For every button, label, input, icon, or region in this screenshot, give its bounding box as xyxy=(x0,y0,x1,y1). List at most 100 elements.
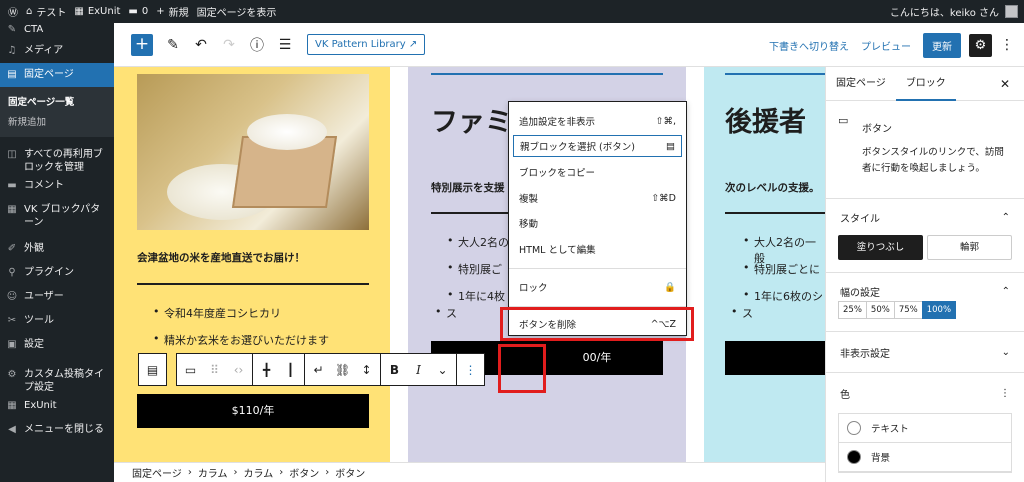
link-icon[interactable]: ⛓ xyxy=(335,363,350,377)
list-item[interactable]: 1年に6枚のシ xyxy=(743,288,823,304)
menu-item-edit-html[interactable]: HTML として編集 xyxy=(509,238,686,260)
sidebar-subitem-all-pages[interactable]: 固定ページ一覧 xyxy=(0,91,114,111)
select-parent-block-button[interactable]: ▤ xyxy=(139,354,166,385)
sidebar-item-exunit[interactable]: ▦ ExUnit xyxy=(0,394,114,418)
sidebar-item-vk-block-patterns[interactable]: ▦ VK ブロックパターン xyxy=(0,198,114,229)
text-height-icon[interactable]: ↕ xyxy=(359,363,374,377)
breadcrumb-item[interactable]: ボタン xyxy=(289,465,319,480)
style-section-header[interactable]: スタイル ⌃ xyxy=(826,199,1024,235)
pricing-column-3[interactable]: 後援者 次のレベルの支援。 大人2名の一般 特別展ごとに 1年に6枚のシ ス xyxy=(704,67,825,462)
list-item[interactable]: 特別展ごとに xyxy=(743,261,820,277)
list-view-icon[interactable]: ☰ xyxy=(277,37,293,53)
site-name-link[interactable]: ⌂ テスト xyxy=(26,0,66,23)
sidebar-item-cpt-settings[interactable]: ⚙ カスタム投稿タイプ設定 xyxy=(0,363,114,394)
sidebar-item-appearance[interactable]: ✐ 外観 xyxy=(0,237,114,261)
sidebar-subitem-add-new[interactable]: 新規追加 xyxy=(0,111,114,131)
button-block-icon[interactable]: ▭ xyxy=(183,363,198,377)
column-tagline[interactable]: 次のレベルの支援。 xyxy=(725,180,820,195)
hidden-settings-header[interactable]: 非表示設定 ⌄ xyxy=(826,332,1024,372)
column-title[interactable]: 後援者 xyxy=(725,100,806,139)
sidebar-item-media[interactable]: ♫ メディア xyxy=(0,39,114,63)
new-content-link[interactable]: + 新規 xyxy=(156,0,188,23)
update-button[interactable]: 更新 xyxy=(923,32,961,58)
sidebar-item-comments[interactable]: ▬ コメント xyxy=(0,174,114,198)
move-arrows-icon[interactable]: ‹› xyxy=(231,363,246,377)
column-title[interactable]: ファミ xyxy=(431,100,512,139)
color-background-item[interactable]: 背景 xyxy=(839,443,1011,472)
width-section: 幅の設定 ⌃ 25% 50% 75% 100% xyxy=(826,273,1024,332)
menu-item-duplicate[interactable]: 複製 ⇧⌘D xyxy=(509,187,686,209)
inserter-toggle-button[interactable]: + xyxy=(131,33,153,56)
undo-icon[interactable]: ↶ xyxy=(193,37,209,53)
justify-group: ╋ ┃ xyxy=(253,354,305,385)
breadcrumb-item[interactable]: 固定ページ xyxy=(132,465,182,480)
account-menu[interactable]: こんにちは、keiko さん xyxy=(890,0,1018,23)
comments-link[interactable]: ▬ 0 xyxy=(128,0,148,23)
column-tagline[interactable]: 特別展示を支援 xyxy=(431,180,505,195)
close-icon[interactable]: ✕ xyxy=(1000,67,1010,101)
switch-to-draft-button[interactable]: 下書きへ切り替え xyxy=(769,38,849,53)
redo-icon[interactable]: ↷ xyxy=(221,37,237,53)
line-break-icon[interactable]: ↵ xyxy=(311,363,326,377)
sidebar-item-cta[interactable]: ✎ CTA xyxy=(0,23,114,39)
grid-icon: ▦ xyxy=(7,204,17,215)
tab-block[interactable]: ブロック xyxy=(895,67,956,101)
exunit-link[interactable]: ▦ ExUnit xyxy=(74,0,120,23)
price-button[interactable]: $110/年 xyxy=(137,394,369,428)
tab-page[interactable]: 固定ページ xyxy=(826,67,896,101)
menu-item-move[interactable]: 移動 xyxy=(509,212,686,234)
width-25-button[interactable]: 25% xyxy=(838,301,867,319)
list-item[interactable]: 令和4年度産コシヒカリ xyxy=(153,305,281,321)
info-icon[interactable]: ⓘ xyxy=(249,35,265,55)
width-100-button[interactable]: 100% xyxy=(921,301,957,319)
more-formats-chevron-down-icon[interactable]: ⌄ xyxy=(435,363,450,377)
top-divider xyxy=(725,73,825,75)
list-item[interactable]: 特別展ご xyxy=(447,261,502,277)
column-tagline[interactable]: 会津盆地の米を産地直送でお届け！ xyxy=(137,250,305,265)
collapse-menu-button[interactable]: ◀ メニューを閉じる xyxy=(0,418,114,442)
preview-button[interactable]: プレビュー xyxy=(861,38,911,53)
options-menu-icon[interactable]: ⋮ xyxy=(1000,37,1014,53)
sidebar-item-pages[interactable]: ▤ 固定ページ xyxy=(0,63,114,87)
list-item[interactable]: 1年に4枚 xyxy=(447,288,505,304)
settings-icon: ▣ xyxy=(7,339,17,350)
sidebar-item-settings[interactable]: ▣ 設定 xyxy=(0,333,114,357)
pricing-column-1[interactable]: 会津盆地の米を産地直送でお届け！ 令和4年度産コシヒカリ 精米か玄米をお選びいた… xyxy=(114,67,390,462)
wrench-icon: ✂ xyxy=(7,315,17,326)
list-item-continued[interactable]: ス xyxy=(435,305,457,321)
justify-stretch-icon[interactable]: ┃ xyxy=(283,363,298,377)
list-item-continued[interactable]: ス xyxy=(731,305,753,321)
menu-item-copy-block[interactable]: ブロックをコピー xyxy=(509,161,686,183)
wp-logo-icon[interactable]: Ⓦ xyxy=(8,0,18,23)
settings-gear-icon[interactable]: ⚙ xyxy=(969,33,992,57)
price-button[interactable] xyxy=(725,341,825,375)
breadcrumb-item[interactable]: カラム xyxy=(244,465,274,480)
color-text-item[interactable]: テキスト xyxy=(839,414,1011,443)
list-item[interactable]: 大人2名の xyxy=(447,234,509,250)
pencil-icon[interactable]: ✎ xyxy=(165,37,181,53)
highlight-remove-option xyxy=(500,307,694,341)
style-outline-button[interactable]: 輪郭 xyxy=(927,235,1012,260)
sidebar-item-reusable-blocks[interactable]: ◫ すべての再利用ブロックを管理 xyxy=(0,143,114,174)
view-page-link[interactable]: 固定ページを表示 xyxy=(197,0,277,23)
italic-icon[interactable]: I xyxy=(411,363,426,377)
bold-icon[interactable]: B xyxy=(387,363,402,377)
sidebar-item-plugins[interactable]: ⚲ プラグイン xyxy=(0,261,114,285)
block-options-icon[interactable]: ⋮ xyxy=(463,363,478,377)
breadcrumb-item[interactable]: カラム xyxy=(198,465,228,480)
list-item[interactable]: 精米か玄米をお選びいただけます xyxy=(153,332,329,348)
drag-handle-icon[interactable]: ⠿ xyxy=(207,363,222,377)
sidebar-item-tools[interactable]: ✂ ツール xyxy=(0,309,114,333)
width-75-button[interactable]: 75% xyxy=(893,301,923,319)
style-options: 塗りつぶし 輪郭 xyxy=(826,235,1024,272)
menu-item-hide-settings[interactable]: 追加設定を非表示 ⇧⌘, xyxy=(509,110,686,132)
rice-image[interactable] xyxy=(137,74,369,230)
menu-item-select-parent[interactable]: 親ブロックを選択 (ボタン) ▤ xyxy=(513,135,682,157)
width-50-button[interactable]: 50% xyxy=(865,301,895,319)
options-icon[interactable]: ⋮ xyxy=(1000,388,1010,399)
style-fill-button[interactable]: 塗りつぶし xyxy=(838,235,923,260)
vk-pattern-library-button[interactable]: VK Pattern Library ↗ xyxy=(307,34,426,55)
justify-center-icon[interactable]: ╋ xyxy=(259,363,274,377)
menu-item-lock[interactable]: ロック 🔒 xyxy=(509,276,686,298)
sidebar-item-users[interactable]: ☺ ユーザー xyxy=(0,285,114,309)
